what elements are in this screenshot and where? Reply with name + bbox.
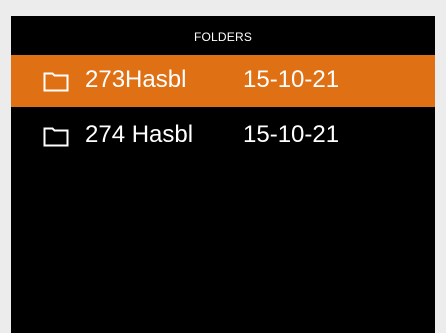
folder-row-274-hasbl[interactable]: 274 Hasbl 15-10-21 [11,110,435,162]
folder-name: 273Hasbl [85,66,187,93]
folder-date: 15-10-21 [243,121,340,148]
folder-icon [43,72,69,92]
folder-icon [43,127,69,147]
folder-name: 274 Hasbl [85,121,194,148]
folder-list: 273Hasbl 15-10-21 274 Hasbl 15-10-21 [11,55,435,165]
folder-row-273hasbl[interactable]: 273Hasbl 15-10-21 [11,55,435,107]
device-screen: FOLDERS 273Hasbl 15-10-21 274 Hasbl 15-1… [11,16,435,333]
folder-date: 15-10-21 [243,66,340,93]
header-title: FOLDERS [193,30,253,44]
